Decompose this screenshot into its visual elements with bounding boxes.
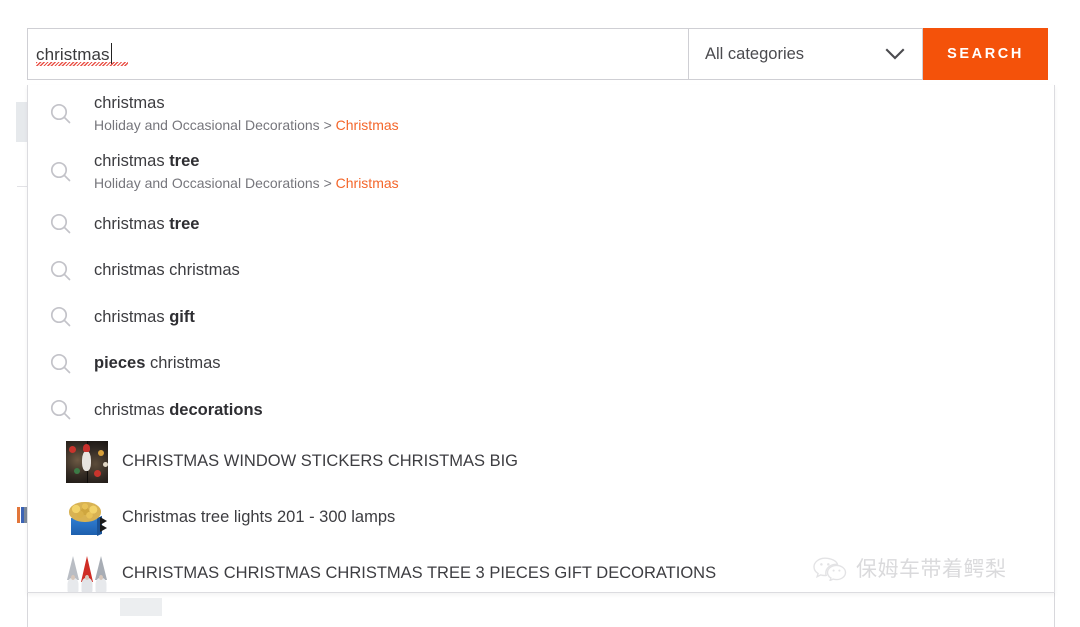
search-icon bbox=[44, 397, 78, 423]
category-select[interactable]: All categories bbox=[689, 28, 923, 80]
search-input[interactable]: christmas bbox=[27, 28, 689, 80]
background-left-mini-bars bbox=[17, 507, 27, 523]
search-button[interactable]: SEARCH bbox=[923, 28, 1048, 80]
product-suggestion-item[interactable]: CHRISTMAS CHRISTMAS CHRISTMAS TREE 3 PIE… bbox=[28, 546, 1054, 592]
suggestion-item[interactable]: pieces christmas bbox=[28, 341, 1054, 388]
product-thumbnail bbox=[66, 552, 108, 592]
search-icon bbox=[44, 351, 78, 377]
search-bar: christmas All categories SEARCH bbox=[27, 28, 1048, 80]
suggestion-item[interactable]: christmas decorations bbox=[28, 387, 1054, 434]
suggestion-label: christmas christmas bbox=[94, 261, 240, 280]
product-title: CHRISTMAS WINDOW STICKERS CHRISTMAS BIG bbox=[122, 452, 519, 470]
suggestion-label: christmas decorations bbox=[94, 400, 263, 419]
product-suggestion-item[interactable]: CHRISTMAS WINDOW STICKERS CHRISTMAS BIG bbox=[28, 434, 1054, 490]
suggestion-label: christmas tree bbox=[94, 214, 200, 233]
suggestion-category: Holiday and Occasional Decorations > Chr… bbox=[94, 117, 399, 133]
product-title: CHRISTMAS CHRISTMAS CHRISTMAS TREE 3 PIE… bbox=[122, 564, 717, 582]
page-root: christmas All categories SEARCH christma… bbox=[0, 0, 1080, 627]
suggestion-category: Holiday and Occasional Decorations > Chr… bbox=[94, 175, 399, 191]
suggestion-item[interactable]: christmas christmas bbox=[28, 248, 1054, 295]
suggestion-label: christmas tree bbox=[94, 152, 200, 170]
search-suggestions-dropdown: christmas Holiday and Occasional Decorat… bbox=[27, 85, 1055, 593]
search-icon bbox=[44, 159, 78, 185]
background-bottom-chip bbox=[120, 598, 162, 616]
product-suggestion-item[interactable]: Christmas tree lights 201 - 300 lamps bbox=[28, 490, 1054, 546]
spellcheck-underline bbox=[36, 62, 128, 66]
chevron-down-icon bbox=[882, 41, 908, 67]
suggestion-label: christmas bbox=[94, 94, 165, 112]
product-thumbnail bbox=[66, 440, 108, 483]
suggestion-item[interactable]: christmas gift bbox=[28, 294, 1054, 341]
product-title: Christmas tree lights 201 - 300 lamps bbox=[122, 508, 396, 526]
suggestion-item[interactable]: christmas tree Holiday and Occasional De… bbox=[28, 143, 1054, 201]
search-icon bbox=[44, 211, 78, 237]
category-select-label: All categories bbox=[705, 44, 805, 63]
search-icon bbox=[44, 101, 78, 127]
search-icon bbox=[44, 304, 78, 330]
suggestion-label: pieces christmas bbox=[94, 354, 221, 373]
text-caret bbox=[110, 43, 113, 64]
suggestion-label: christmas gift bbox=[94, 307, 195, 326]
suggestion-item[interactable]: christmas tree bbox=[28, 201, 1054, 248]
search-icon bbox=[44, 258, 78, 284]
suggestion-item[interactable]: christmas Holiday and Occasional Decorat… bbox=[28, 85, 1054, 143]
product-thumbnail bbox=[66, 496, 108, 539]
